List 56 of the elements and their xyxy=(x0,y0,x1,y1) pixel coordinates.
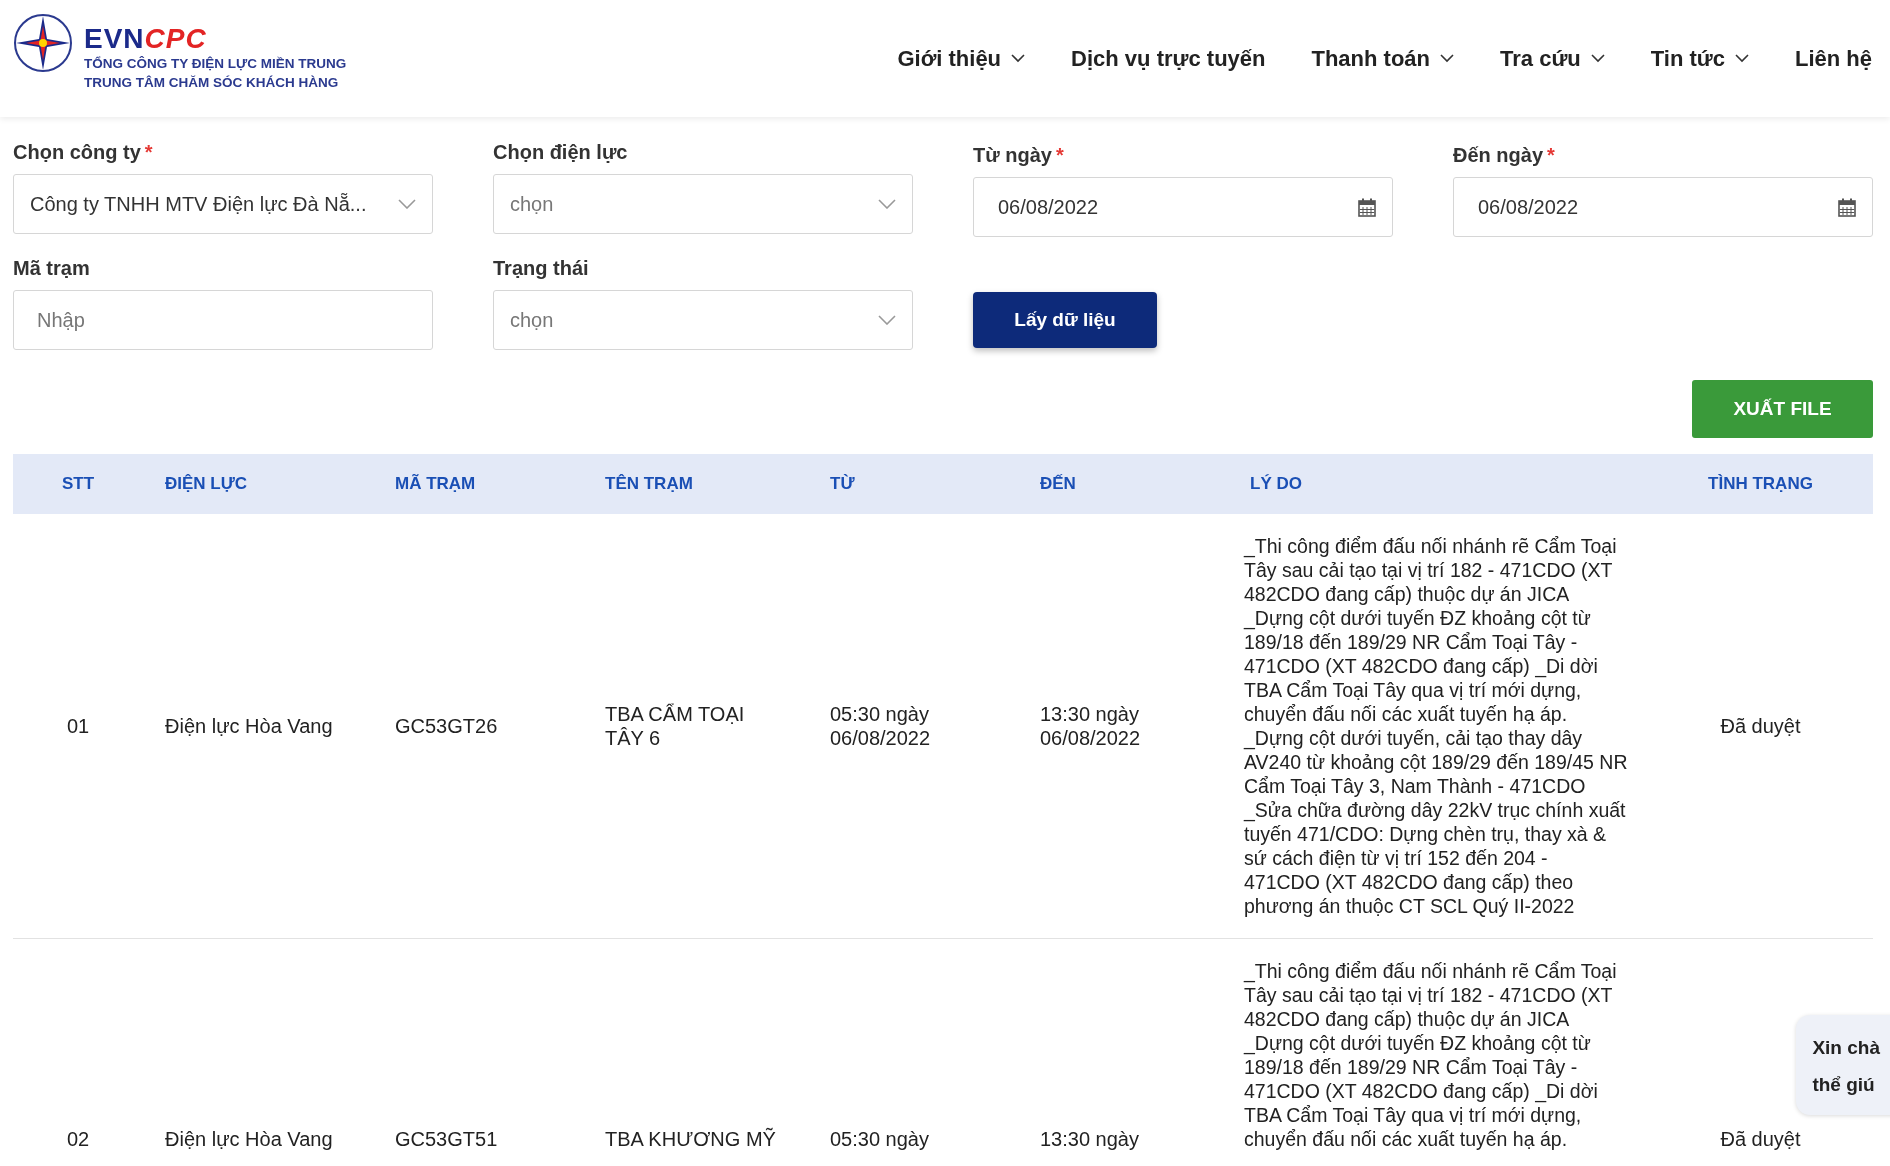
export-file-button[interactable]: XUẤT FILE xyxy=(1692,380,1873,438)
nav-link[interactable]: Tin tức xyxy=(1650,45,1749,72)
calendar-icon[interactable] xyxy=(1838,197,1856,217)
stt-cell-text: 01 xyxy=(65,714,91,738)
field-label: Đến ngày * xyxy=(1453,144,1555,167)
company-name: TỔNG CÔNG TY ĐIỆN LỰC MIỀN TRUNG xyxy=(84,54,347,73)
select-field[interactable]: chọn xyxy=(493,174,913,234)
chat-greeting-text: thể giú xyxy=(1812,1073,1876,1097)
chevron-down-icon xyxy=(878,315,896,325)
field-label: Từ ngày * xyxy=(973,144,1064,167)
nav-link[interactable]: Tra cứu xyxy=(1500,45,1605,72)
status-cell-text: Đã duyệt xyxy=(1719,1127,1802,1151)
reason-cell-text: _Thi công điểm đấu nối nhánh rẽ Cẩm Toại Tây sau cải tạo tại vị trí 182 - 471CDO (XT 482CDO đang cấp) thuộc dự án JICA _Dựng cột dưới tuyến ĐZ khoảng cột từ 189/18 đến 189/29 NR Cẩm Toại Tây - 471CDO (XT 482CDO đang cấp) _Di dời TBA Cẩm Toại Tây qua vị trí mới dựng, chuyển đấu nối các xuất tuyến hạ áp. _Dựng cột dưới tuyến, cải tạo thay dây AV240 từ khoảng cột 189/29 đến 189/45 NR Cẩm Toại Tây 3, Nam Thành - 471CDO _Sửa chữa đường dây 22kV trục chính xuất tuyến 471/CDO: Dựng chèn trụ, thay xà & sứ cách điện từ vị trí 152 đến 204 - 471CDO (XT 482CDO đang cấp) theo phương án thuộc CT SCL Quý II-2022 xyxy=(1242,534,1629,918)
status-cell-text: Đã duyệt xyxy=(1719,714,1802,738)
start-time-cell-text: 05:30 ngày 06/08/2022 xyxy=(829,702,932,750)
field-label: Chọn công ty * xyxy=(13,141,153,164)
brand-name: EVNCPC xyxy=(84,23,208,54)
nav-link[interactable]: Thanh toán xyxy=(1311,45,1455,72)
calendar-icon[interactable] xyxy=(1358,197,1376,217)
end-time-cell-text: 13:30 ngày 06/08/2022 xyxy=(1039,702,1142,750)
select-field[interactable]: Công ty TNHH MTV Điện lực Đà Nẵ... xyxy=(13,174,433,234)
unit-cell-text: Điện lực Hòa Vang xyxy=(164,714,334,738)
column-header: TÊN TRẠM xyxy=(604,474,694,494)
column-header: ĐIỆN LỰC xyxy=(164,474,249,494)
column-header: TÌNH TRẠNG xyxy=(1707,474,1814,494)
nav-link[interactable]: Liên hệ xyxy=(1795,45,1872,72)
nav-link[interactable]: Dịch vụ trực tuyến xyxy=(1071,45,1266,72)
star-circle-logo-icon xyxy=(12,11,74,74)
fetch-data-button[interactable]: Lấy dữ liệu xyxy=(973,292,1157,348)
column-header: TỪ xyxy=(829,474,856,494)
reason-cell-text: _Thi công điểm đấu nối nhánh rẽ Cẩm Toại Tây sau cải tạo tại vị trí 182 - 471CDO (XT 482CDO đang cấp) thuộc dự án JICA _Dựng cột dưới tuyến ĐZ khoảng cột từ 189/18 đến 189/29 NR Cẩm Toại Tây - 471CDO (XT 482CDO đang cấp) _Di dời TBA Cẩm Toại Tây qua vị trí mới dựng, chuyển đấu nối các xuất tuyến hạ áp. xyxy=(1242,959,1618,1151)
select-field[interactable]: chọn xyxy=(493,290,913,350)
chevron-down-icon xyxy=(878,199,896,209)
station-name-cell-text: TBA CẨM TOẠI TÂY 6 xyxy=(604,702,746,750)
station-code-cell-text: GC53GT26 xyxy=(394,714,499,738)
chevron-down-icon xyxy=(398,199,416,209)
date-field[interactable]: 06/08/2022 xyxy=(973,177,1393,237)
column-header: STT xyxy=(60,474,96,494)
chat-greeting-text: Xin chà xyxy=(1812,1036,1880,1060)
date-field[interactable]: 06/08/2022 xyxy=(1453,177,1873,237)
start-time-cell-text: 05:30 ngày xyxy=(829,1127,930,1151)
chat-bubble[interactable]: Xin chà thể giú xyxy=(1796,1015,1890,1115)
station-name-cell-text: TBA KHƯƠNG MỸ xyxy=(604,1127,777,1151)
unit-cell-text: Điện lực Hòa Vang xyxy=(164,1127,334,1151)
end-time-cell-text: 13:30 ngày xyxy=(1039,1127,1140,1151)
column-header: ĐẾN xyxy=(1039,474,1077,494)
field-label: Trạng thái xyxy=(493,257,589,280)
input-field[interactable]: Nhập xyxy=(13,290,433,350)
column-header: LÝ DO xyxy=(1249,474,1303,494)
field-label: Mã trạm xyxy=(13,257,90,280)
center-name: TRUNG TÂM CHĂM SÓC KHÁCH HÀNG xyxy=(84,73,340,92)
nav-link[interactable]: Giới thiệu xyxy=(897,45,1026,72)
stt-cell-text: 02 xyxy=(65,1127,91,1151)
field-label: Chọn điện lực xyxy=(493,141,628,164)
station-code-cell-text: GC53GT51 xyxy=(394,1127,499,1151)
column-header: MÃ TRẠM xyxy=(394,474,477,494)
